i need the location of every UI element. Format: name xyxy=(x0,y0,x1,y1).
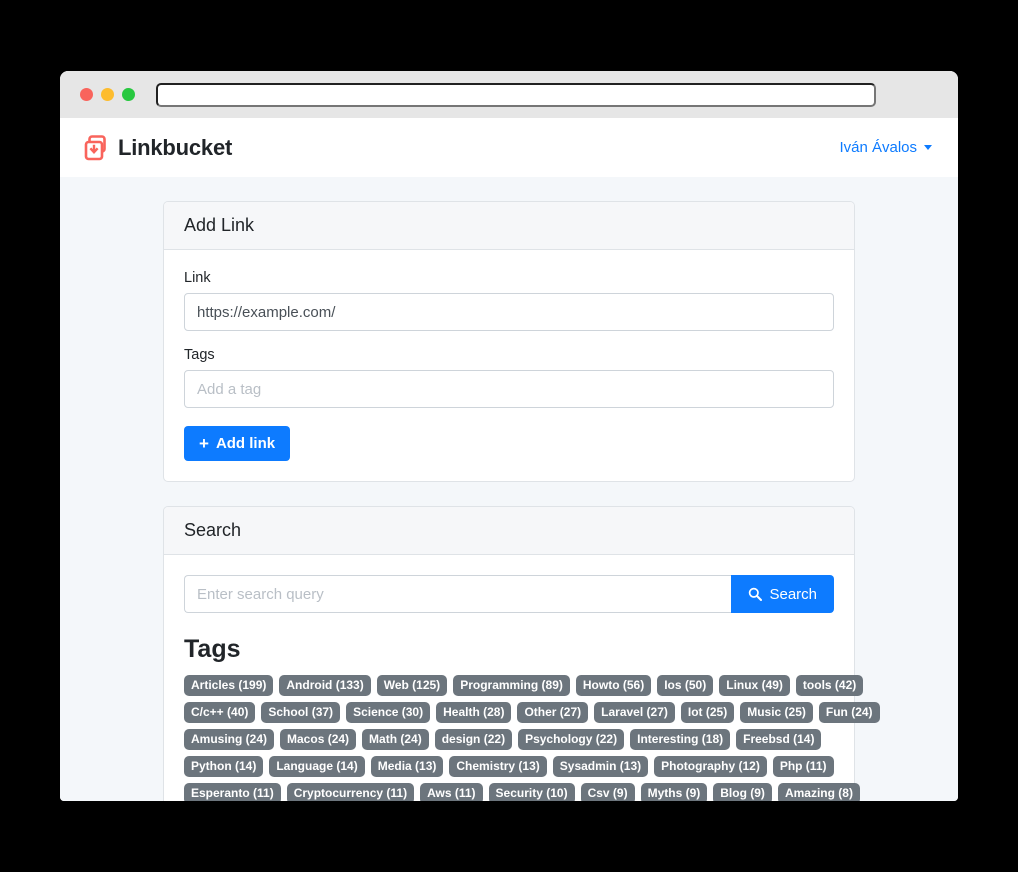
tag-pill[interactable]: Media (13) xyxy=(370,756,444,777)
tag-pill[interactable]: Articles (199) xyxy=(184,675,274,696)
tag-pill[interactable]: Language (14) xyxy=(269,756,365,777)
tag-pill[interactable]: Music (25) xyxy=(740,702,813,723)
tag-pill[interactable]: Iot (25) xyxy=(680,702,735,723)
search-button-label: Search xyxy=(769,585,817,603)
tag-pill[interactable]: Macos (24) xyxy=(280,729,357,750)
tag-pill[interactable]: Programming (89) xyxy=(453,675,570,696)
tag-cloud: Articles (199) Android (133) Web (125) Prog… xyxy=(184,675,880,801)
user-menu-label: Iván Ávalos xyxy=(839,139,917,156)
search-card: Search Search xyxy=(163,506,880,801)
brand-title: Linkbucket xyxy=(118,134,233,160)
tag-pill[interactable]: Interesting (18) xyxy=(630,729,731,750)
search-card-title: Search xyxy=(164,507,854,555)
tag-row: Amusing (24) Macos (24) Math (24) design (2… xyxy=(184,729,834,750)
tag-row: C/c++ (40) School (37) Science (30) Health … xyxy=(184,702,880,723)
tag-pill[interactable]: Fun (24) xyxy=(818,702,880,723)
minimize-window-button[interactable] xyxy=(101,88,114,101)
browser-window: Linkbucket Iván Ávalos Add Link Link Tag… xyxy=(60,71,958,801)
tag-pill[interactable]: Laravel (27) xyxy=(594,702,675,723)
search-input[interactable] xyxy=(184,575,732,613)
tag-pill[interactable]: C/c++ (40) xyxy=(184,702,256,723)
tag-pill[interactable]: Linux (49) xyxy=(719,675,790,696)
tags-heading: Tags xyxy=(184,635,241,663)
linkbucket-logo-icon xyxy=(84,134,108,161)
tag-input[interactable] xyxy=(184,370,834,408)
tag-pill[interactable]: Esperanto (11) xyxy=(184,783,281,801)
add-link-card: Add Link Link Tags + Add link xyxy=(163,201,855,482)
brand[interactable]: Linkbucket xyxy=(84,135,232,161)
content-container: Add Link Link Tags + Add link Search xyxy=(163,201,880,801)
maximize-window-button[interactable] xyxy=(122,88,135,101)
tag-pill[interactable]: Cryptocurrency (11) xyxy=(286,783,415,801)
tag-pill[interactable]: Ios (50) xyxy=(657,675,714,696)
link-input[interactable] xyxy=(184,293,834,331)
tag-pill[interactable]: Other (27) xyxy=(517,702,589,723)
tag-pill[interactable]: Photography (12) xyxy=(654,756,767,777)
close-window-button[interactable] xyxy=(80,88,93,101)
plus-icon: + xyxy=(199,433,209,453)
search-input-group: Search xyxy=(184,575,834,613)
tag-row: Python (14) Language (14) Media (13) Chemis… xyxy=(184,756,834,777)
tag-row: Esperanto (11) Cryptocurrency (11) Aws (11… xyxy=(184,783,860,801)
tag-pill[interactable]: Freebsd (14) xyxy=(736,729,822,750)
add-link-card-body: Link Tags + Add link xyxy=(164,250,854,481)
tag-pill[interactable]: Sysadmin (13) xyxy=(552,756,649,777)
page-content: Add Link Link Tags + Add link Search xyxy=(60,177,958,801)
tag-pill[interactable]: Blog (9) xyxy=(713,783,772,801)
tags-field-label: Tags xyxy=(184,347,215,363)
magnifier-icon xyxy=(748,587,763,601)
tag-pill[interactable]: Python (14) xyxy=(184,756,264,777)
tag-row: Articles (199) Android (133) Web (125) Prog… xyxy=(184,675,864,696)
tag-pill[interactable]: Security (10) xyxy=(488,783,575,801)
tag-pill[interactable]: Amusing (24) xyxy=(184,729,275,750)
tag-pill[interactable]: Web (125) xyxy=(376,675,448,696)
add-link-button[interactable]: + Add link xyxy=(184,426,291,461)
browser-titlebar xyxy=(60,71,958,118)
tag-pill[interactable]: tools (42) xyxy=(795,675,864,696)
tag-pill[interactable]: Csv (9) xyxy=(580,783,635,801)
tag-pill[interactable]: Amazing (8) xyxy=(777,783,860,801)
tag-pill[interactable]: Psychology (22) xyxy=(518,729,625,750)
tag-pill[interactable]: Aws (11) xyxy=(420,783,483,801)
tag-pill[interactable]: Android (133) xyxy=(279,675,371,696)
tag-pill[interactable]: Math (24) xyxy=(362,729,429,750)
window-controls xyxy=(80,88,135,101)
link-field-label: Link xyxy=(184,270,211,286)
tag-pill[interactable]: Science (30) xyxy=(346,702,431,723)
add-link-button-label: Add link xyxy=(215,435,276,452)
add-link-card-title: Add Link xyxy=(164,202,854,250)
tag-pill[interactable]: Myths (9) xyxy=(640,783,708,801)
tag-pill[interactable]: design (22) xyxy=(434,729,513,750)
tag-pill[interactable]: School (37) xyxy=(261,702,341,723)
app-navbar: Linkbucket Iván Ávalos xyxy=(60,118,958,177)
tag-pill[interactable]: Howto (56) xyxy=(575,675,652,696)
tag-pill[interactable]: Health (28) xyxy=(436,702,512,723)
tag-pill[interactable]: Php (11) xyxy=(772,756,834,777)
tag-pill[interactable]: Chemistry (13) xyxy=(449,756,547,777)
chevron-down-icon xyxy=(924,145,932,150)
user-menu-button[interactable]: Iván Ávalos xyxy=(839,139,932,156)
url-bar[interactable] xyxy=(156,82,876,107)
search-card-body: Search Tags Articles (199)Android (133)W… xyxy=(164,555,880,801)
search-button[interactable]: Search xyxy=(731,575,834,613)
